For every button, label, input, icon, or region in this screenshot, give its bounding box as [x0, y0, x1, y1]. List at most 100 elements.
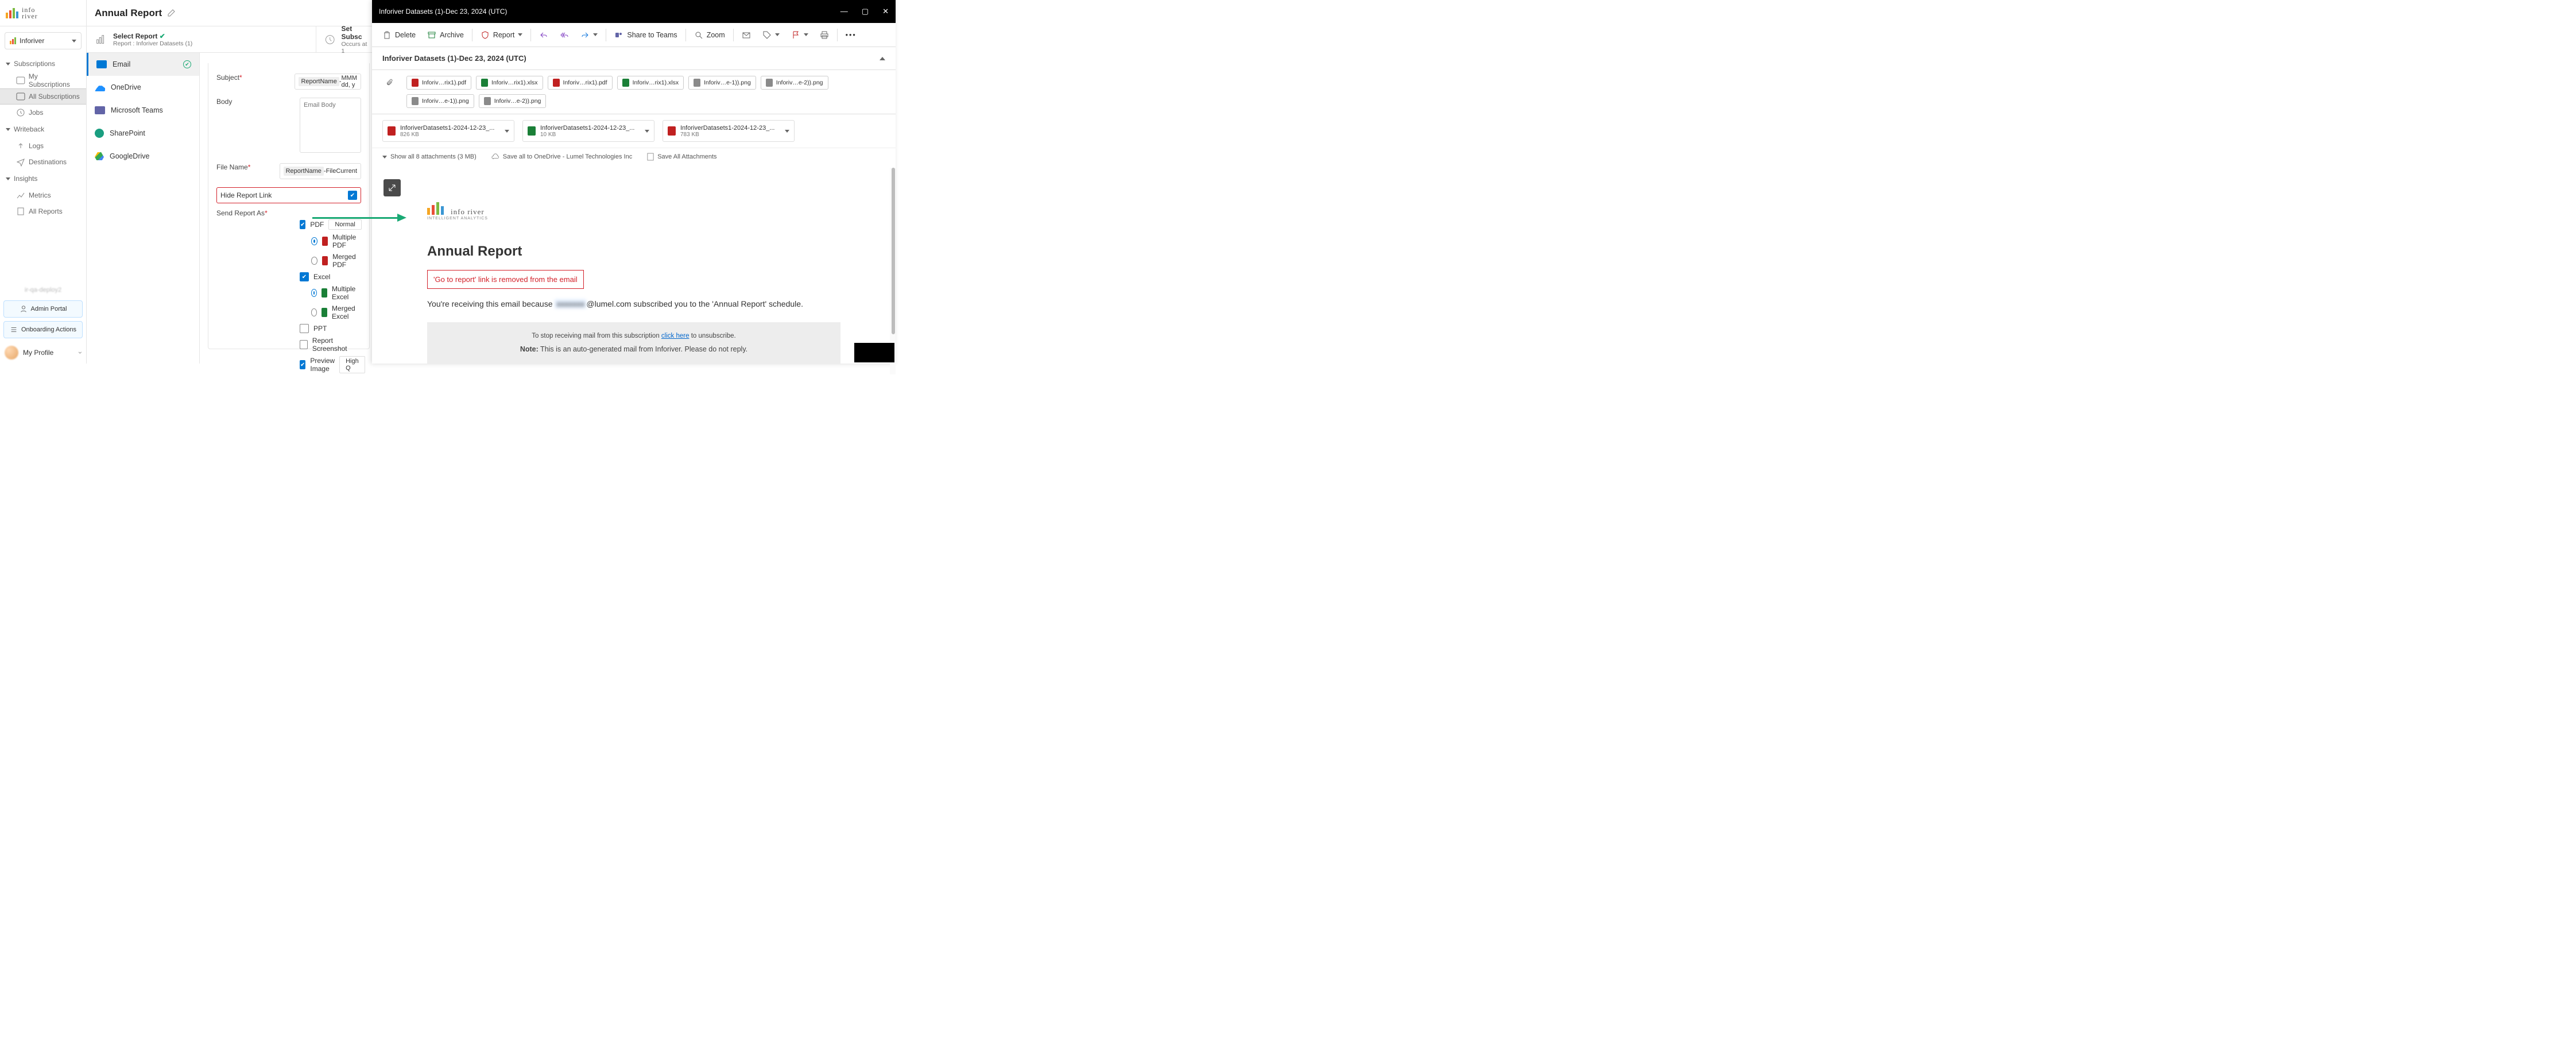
nav-item-logs[interactable]: Logs	[0, 138, 86, 154]
chevron-down-icon	[645, 130, 649, 133]
attachment-chip[interactable]: Inforiv…e-2)).png	[479, 94, 547, 108]
email-subject-row[interactable]: Inforiver Datasets (1)-Dec 23, 2024 (UTC…	[372, 47, 896, 70]
pdf-checkbox[interactable]	[300, 220, 305, 229]
subject-input[interactable]: ReportName - MMM dd, y	[295, 74, 361, 90]
print-button[interactable]	[814, 27, 835, 43]
nav-item-my-subscriptions[interactable]: My Subscriptions	[0, 72, 86, 88]
save-to-onedrive-button[interactable]: Save all to OneDrive - Lumel Technologie…	[491, 153, 632, 160]
wizard-step-title: Select Report	[113, 32, 157, 40]
list-check-icon	[10, 326, 18, 334]
nav-group-writeback[interactable]: Writeback	[0, 121, 86, 138]
save-all-attachments-button[interactable]: Save All Attachments	[647, 153, 716, 161]
provider-label: SharePoint	[110, 129, 145, 137]
provider-onedrive[interactable]: OneDrive	[87, 76, 199, 99]
save-icon	[647, 153, 654, 161]
wizard-step-schedule[interactable]: Set Subsc Occurs at 1	[316, 26, 379, 52]
chevron-down-icon	[505, 130, 509, 133]
admin-portal-button[interactable]: Admin Portal	[3, 300, 83, 318]
email-heading: Annual Report	[427, 244, 840, 260]
nav-group-subscriptions[interactable]: Subscriptions	[0, 55, 86, 72]
report-button[interactable]: Report	[475, 27, 529, 43]
workspace-selector[interactable]: Inforiver	[5, 32, 82, 49]
unsubscribe-link[interactable]: click here	[661, 333, 689, 339]
email-paragraph: You're receiving this email because xxxx…	[427, 298, 840, 310]
expand-button[interactable]	[384, 179, 401, 196]
metrics-icon	[16, 191, 25, 200]
wizard-step-select-report[interactable]: Select Report ✔ Report : Inforiver Datas…	[87, 26, 316, 52]
attachment-chip[interactable]: Inforiv…e-2)).png	[761, 76, 828, 90]
body-textarea[interactable]	[300, 98, 361, 153]
attachment-chip[interactable]: Inforiv…rix1).pdf	[406, 76, 471, 90]
attachment-chip[interactable]: Inforiv…rix1).xlsx	[617, 76, 684, 90]
provider-teams[interactable]: Microsoft Teams	[87, 99, 199, 122]
excel-icon	[321, 288, 327, 298]
preview-quality-select[interactable]: High Q	[339, 356, 365, 373]
provider-label: Email	[113, 60, 130, 68]
shield-icon	[481, 30, 490, 40]
nav-item-metrics[interactable]: Metrics	[0, 187, 86, 203]
read-button[interactable]	[736, 27, 757, 43]
attachment-chip[interactable]: Inforiv…e-1)).png	[406, 94, 474, 108]
reply-button[interactable]	[533, 27, 554, 43]
chevron-down-icon	[775, 33, 780, 36]
flag-button[interactable]	[785, 27, 814, 43]
attachment-card[interactable]: InforiverDatasets1-2024-12-23_...783 KB	[663, 120, 795, 142]
more-button[interactable]: •••	[840, 28, 862, 43]
close-button[interactable]: ✕	[882, 7, 889, 16]
screenshot-checkbox[interactable]	[300, 340, 308, 349]
ppt-checkbox[interactable]	[300, 324, 309, 333]
profile-row[interactable]: My Profile ›	[0, 342, 86, 364]
minimize-button[interactable]: —	[840, 7, 848, 16]
brand-block: info river	[0, 0, 86, 26]
provider-email[interactable]: Email ✔	[87, 53, 199, 76]
attachment-chip[interactable]: Inforiv…rix1).pdf	[548, 76, 613, 90]
excel-icon	[528, 126, 536, 136]
filename-input[interactable]: ReportName - FileCurrent	[280, 163, 361, 179]
tag-button[interactable]	[757, 27, 785, 43]
nav-item-jobs[interactable]: Jobs	[0, 105, 86, 121]
hide-report-link-checkbox[interactable]	[348, 191, 357, 200]
nav-item-all-subscriptions[interactable]: All Subscriptions	[0, 88, 86, 105]
provider-label: OneDrive	[111, 83, 141, 91]
brand-logo-icon	[427, 202, 444, 215]
multiple-pdf-radio[interactable]	[311, 237, 317, 245]
chevron-up-icon	[880, 57, 885, 60]
attachment-card[interactable]: InforiverDatasets1-2024-12-23_...10 KB	[522, 120, 654, 142]
preview-checkbox[interactable]	[300, 360, 305, 369]
nav-group-label: Writeback	[14, 125, 44, 133]
provider-sharepoint[interactable]: SharePoint	[87, 122, 199, 145]
maximize-button[interactable]: ▢	[862, 7, 869, 16]
share-teams-button[interactable]: Share to Teams	[609, 27, 683, 43]
clock-icon	[16, 108, 25, 117]
sharepoint-icon	[95, 129, 104, 138]
nav-item-destinations[interactable]: Destinations	[0, 154, 86, 170]
back-button-fragment	[854, 343, 894, 362]
show-all-attachments-button[interactable]: Show all 8 attachments (3 MB)	[382, 153, 477, 160]
archive-button[interactable]: Archive	[421, 27, 470, 43]
paperclip-icon	[386, 78, 394, 87]
onboarding-button[interactable]: Onboarding Actions	[3, 321, 83, 338]
attachment-chip[interactable]: Inforiv…e-1)).png	[688, 76, 756, 90]
excel-checkbox[interactable]	[300, 272, 309, 281]
chevron-down-icon	[785, 130, 789, 133]
email-body-pane[interactable]: info river INTELLIGENT ANALYTICS Annual …	[372, 168, 896, 374]
delete-button[interactable]: Delete	[377, 27, 421, 43]
scrollbar-thumb[interactable]	[892, 168, 895, 334]
provider-googledrive[interactable]: GoogleDrive	[87, 145, 199, 168]
nav-item-all-reports[interactable]: All Reports	[0, 203, 86, 219]
multiple-excel-radio[interactable]	[311, 289, 317, 297]
attachment-chip[interactable]: Inforiv…rix1).xlsx	[476, 76, 543, 90]
archive-icon	[427, 30, 436, 40]
merged-pdf-radio[interactable]	[311, 257, 317, 265]
edit-icon[interactable]	[166, 9, 176, 18]
forward-button[interactable]	[575, 27, 603, 43]
attachment-card[interactable]: InforiverDatasets1-2024-12-23_...826 KB	[382, 120, 514, 142]
destination-icon	[16, 157, 25, 167]
nav-group-insights[interactable]: Insights	[0, 170, 86, 187]
chevron-down-icon	[6, 128, 10, 131]
reply-all-button[interactable]	[554, 27, 575, 43]
merged-excel-radio[interactable]	[311, 308, 317, 316]
outlook-toolbar: Delete Archive Report Share to Teams Zoo…	[372, 23, 896, 47]
zoom-button[interactable]: Zoom	[688, 27, 731, 43]
email-subject: Inforiver Datasets (1)-Dec 23, 2024 (UTC…	[382, 54, 526, 63]
